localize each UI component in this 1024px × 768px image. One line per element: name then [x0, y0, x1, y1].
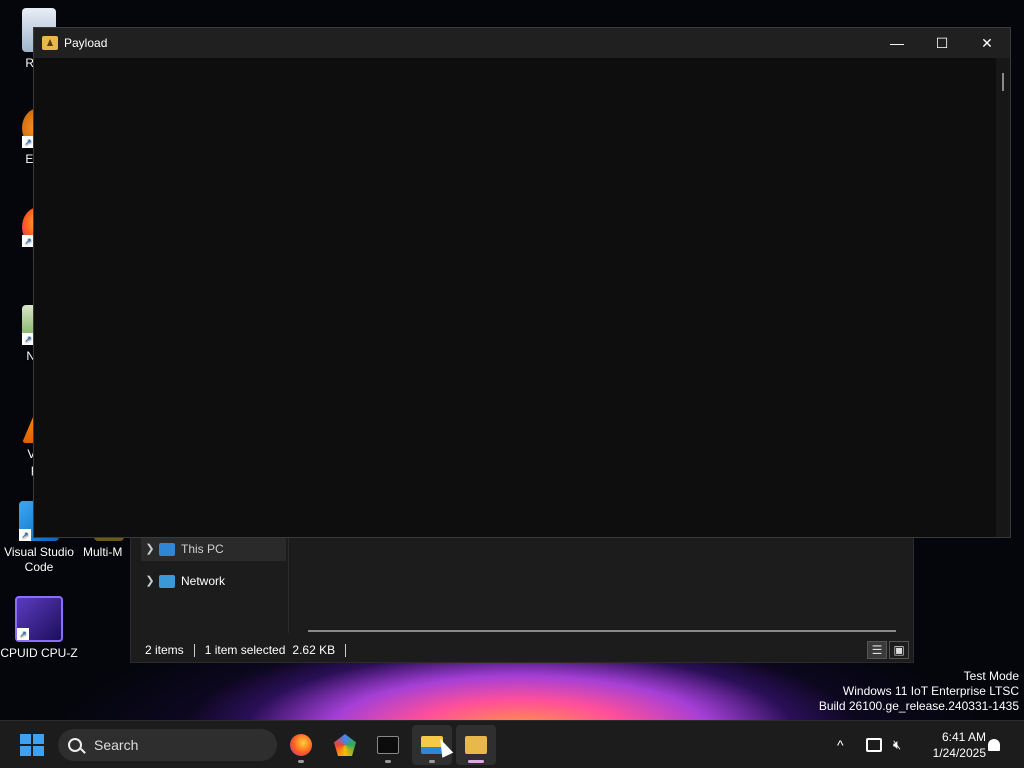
running-indicator [385, 760, 391, 763]
payload-app-icon [465, 736, 487, 754]
cpuz-icon: ↗ [15, 596, 63, 642]
desktop-icon-cpuz[interactable]: ↗ CPUID CPU-Z [0, 596, 78, 661]
close-button[interactable]: ✕ [964, 28, 1010, 58]
windows-logo-icon [20, 746, 31, 756]
payload-window[interactable]: Payload — ☐ ✕ [33, 27, 1011, 538]
clock-date: 1/24/2025 [932, 746, 986, 760]
notifications-button[interactable] [988, 721, 1000, 768]
details-view-icon: ☰ [871, 643, 883, 657]
active-indicator [468, 760, 484, 763]
search-label: Search [94, 737, 139, 753]
chevron-right-icon[interactable]: ❯ [141, 537, 159, 561]
volume-muted-icon: 🔇︎ [893, 737, 902, 752]
title-bar[interactable]: Payload — ☐ ✕ [34, 28, 1010, 58]
chevron-up-icon: ^ [837, 737, 844, 753]
taskbar-app-terminal[interactable] [368, 725, 408, 765]
show-hidden-icons-button[interactable]: ^ [837, 721, 853, 768]
status-selected-count: 1 item selected [204, 643, 286, 657]
search-icon [68, 738, 82, 752]
watermark-line: Windows 11 IoT Enterprise LTSC [842, 684, 1019, 698]
terminal-icon [377, 736, 399, 754]
file-explorer-window[interactable]: ❯ This PC ❯ Network 2 items 1 item selec… [130, 536, 914, 663]
bell-icon [988, 739, 1000, 751]
minimize-button[interactable]: — [874, 28, 920, 58]
nav-item-label: This PC [181, 542, 224, 556]
network-icon [159, 574, 175, 588]
taskbar-app-chromium[interactable] [325, 725, 365, 765]
taskbar: Search ^ 🔇︎ 6:41 AM 1/24/2025 [0, 720, 1024, 768]
watermark-line: Test Mode [963, 669, 1019, 683]
shortcut-arrow-icon: ↗ [17, 628, 29, 640]
taskbar-clock[interactable]: 6:41 AM 1/24/2025 [918, 729, 986, 761]
volume-tray-button[interactable]: 🔇︎ [893, 721, 901, 768]
window-content-area[interactable] [34, 58, 996, 537]
running-indicator [298, 760, 304, 763]
details-view-button[interactable]: ☰ [867, 641, 887, 659]
shortcut-arrow-icon: ↗ [19, 529, 31, 541]
status-separator [193, 643, 195, 657]
minimize-icon: — [890, 35, 904, 51]
nav-item-label: Network [181, 574, 226, 588]
status-separator [345, 643, 347, 657]
vertical-scrollbar[interactable] [996, 58, 1010, 537]
windows-logo-icon [20, 734, 31, 744]
chromium-icon [334, 734, 356, 756]
desktop-icon-label: CPUID CPU-Z [0, 646, 78, 660]
close-icon: ✕ [981, 34, 993, 51]
status-selected-size: 2.62 KB [292, 643, 336, 657]
large-icons-view-icon: ▣ [893, 643, 905, 657]
taskbar-app-payload[interactable] [456, 725, 496, 765]
horizontal-scrollbar[interactable] [308, 630, 896, 632]
watermark-line: Build 26100.ge_release.240331-1435 [818, 699, 1019, 713]
nav-item-this-pc[interactable]: ❯ This PC [141, 537, 286, 561]
window-title: Payload [64, 36, 108, 50]
maximize-icon: ☐ [935, 34, 949, 51]
firefox-icon [290, 734, 312, 756]
status-bar: 2 items 1 item selected 2.62 KB [131, 637, 913, 663]
windows-logo-icon [33, 734, 44, 744]
maximize-button[interactable]: ☐ [919, 28, 965, 58]
desktop-icon-label: Visual Studio [4, 545, 74, 559]
computer-icon [159, 542, 175, 556]
large-icons-view-button[interactable]: ▣ [889, 641, 909, 659]
start-button[interactable] [20, 734, 44, 756]
taskbar-search[interactable]: Search [58, 729, 277, 761]
payload-app-icon [42, 36, 58, 50]
taskbar-app-firefox[interactable] [281, 725, 321, 765]
network-status-icon [866, 738, 882, 752]
clock-time: 6:41 AM [941, 730, 986, 744]
nav-item-network[interactable]: ❯ Network [141, 569, 286, 593]
network-tray-button[interactable] [866, 721, 882, 768]
desktop-icon-label: Code [24, 560, 54, 574]
chevron-right-icon[interactable]: ❯ [141, 569, 159, 593]
scrollbar-thumb[interactable] [1002, 73, 1004, 91]
status-item-count: 2 items [145, 643, 184, 657]
running-indicator [429, 760, 435, 763]
test-mode-watermark: Test Mode Windows 11 IoT Enterprise LTSC… [819, 669, 1019, 714]
navigation-pane: ❯ This PC ❯ Network [131, 537, 289, 633]
desktop-icon-label: Multi-M [83, 545, 123, 559]
windows-logo-icon [33, 746, 44, 756]
